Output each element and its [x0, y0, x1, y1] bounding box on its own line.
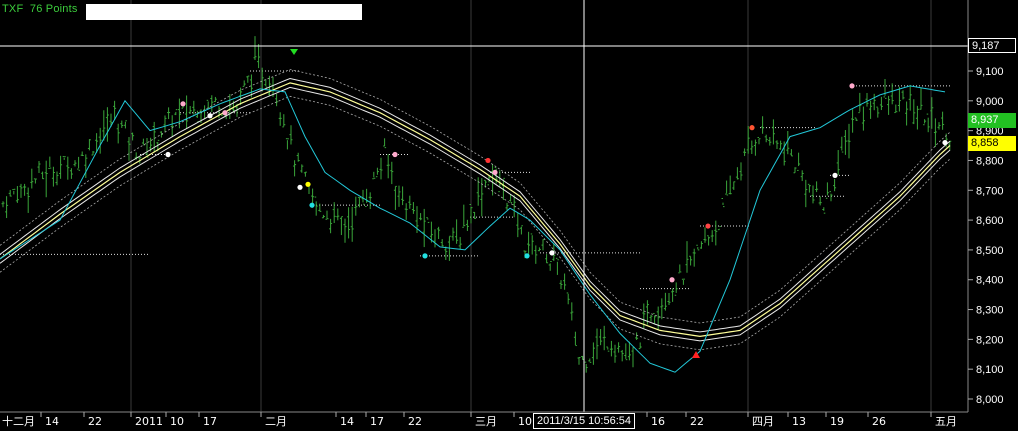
signal-markers: [165, 49, 948, 358]
crosshair-price-badge: 9,187: [968, 38, 1016, 53]
signal-dot: [222, 110, 228, 116]
title-input-box[interactable]: [86, 4, 362, 20]
signal-dot: [165, 151, 171, 158]
time-tick-label: 四月: [752, 415, 774, 428]
time-tick-label: 2011: [135, 415, 163, 428]
signal-dot: [549, 250, 555, 256]
band-line: [0, 69, 951, 324]
time-tick-label: 10: [170, 415, 184, 428]
signal-dot: [207, 113, 213, 119]
price-tick-label: 8,700: [976, 185, 1004, 197]
signal-dot: [849, 83, 855, 89]
band-line: [0, 77, 951, 333]
time-tick-label: 三月: [475, 415, 497, 428]
time-tick-label: 19: [830, 415, 844, 428]
time-tick-label: 14: [45, 415, 59, 428]
time-tick-label: 22: [408, 415, 422, 428]
time-tick-label: 22: [88, 415, 102, 428]
signal-dot: [180, 101, 186, 107]
price-tick-label: 8,200: [976, 334, 1004, 346]
signal-dot: [749, 125, 755, 131]
time-tick-label: 22: [690, 415, 704, 428]
price-chart[interactable]: 9,1009,0008,9008,8008,7008,6008,5008,400…: [0, 0, 1018, 431]
price-tick-label: 8,800: [976, 155, 1004, 167]
price-tick-label: 9,000: [976, 96, 1004, 108]
band-price-badge: 8,858: [968, 136, 1016, 151]
signal-dot: [705, 223, 711, 229]
signal-dot: [942, 139, 948, 146]
time-tick-label: 17: [203, 415, 217, 428]
band-line: [0, 95, 951, 351]
signal-dot: [297, 184, 303, 190]
envelope-band: [0, 69, 951, 351]
symbol-label: TXF: [2, 3, 24, 15]
signal-dot: [485, 157, 491, 164]
time-tick-label: 五月: [935, 415, 957, 428]
price-tick-label: 8,400: [976, 275, 1004, 287]
signal-dot: [524, 253, 530, 259]
price-tick-label: 8,000: [976, 394, 1004, 406]
signal-dot: [309, 202, 315, 208]
last-price-badge: 8,937: [968, 113, 1016, 128]
chart-grid: [130, 0, 932, 412]
price-tick-label: 8,600: [976, 215, 1004, 227]
time-tick-label: 二月: [265, 415, 287, 428]
signal-dot: [669, 277, 675, 283]
time-tick-label: 16: [651, 415, 665, 428]
price-tick-label: 8,100: [976, 364, 1004, 376]
price-tick-label: 9,100: [976, 66, 1004, 78]
time-tick-label: 13: [792, 415, 806, 428]
time-tick-label: 十二月: [2, 414, 35, 428]
ohlc-bars: [1, 36, 952, 373]
time-axis-ticks: 十二月 14 22 2011 10 17 二月 14 17 22 三月 10 16 22 四月 13 19 26 五…: [2, 412, 957, 428]
price-tick-label: 8,500: [976, 245, 1004, 257]
signal-dot: [422, 253, 428, 259]
signal-dot: [392, 151, 398, 158]
signal-dot: [305, 181, 311, 187]
moving-average: [0, 85, 946, 373]
chart-title: TXF 76 Points: [2, 3, 78, 15]
time-tick-label: 14: [340, 415, 354, 428]
points-label: 76 Points: [29, 3, 78, 15]
signal-dot: [832, 172, 838, 178]
price-tick-label: 8,300: [976, 305, 1004, 317]
fast-ma-line: [0, 85, 946, 373]
down-arrow-icon: [290, 49, 298, 55]
signal-dot: [492, 169, 498, 175]
time-tick-label: 26: [872, 415, 886, 428]
crosshair-time-badge: 2011/3/15 10:56:54: [533, 413, 635, 429]
time-tick-label: 17: [370, 415, 384, 428]
time-tick-label: 10: [518, 415, 532, 428]
